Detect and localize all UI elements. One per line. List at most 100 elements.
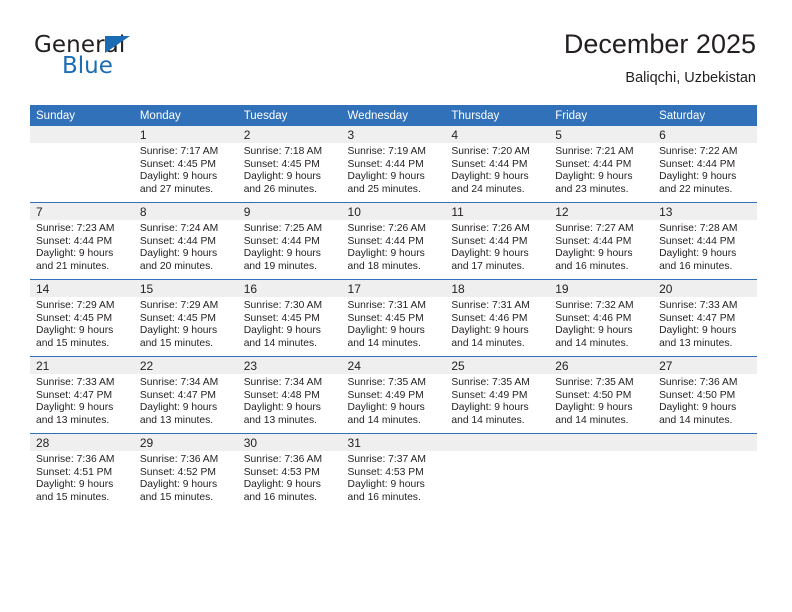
calendar-week-row: 21 Sunrise: 7:33 AM Sunset: 4:47 PM Dayligh…: [30, 356, 757, 434]
day-cell-inner: 1 Sunrise: 7:17 AM Sunset: 4:45 PM Daylight…: [133, 126, 238, 202]
day-number: [653, 434, 757, 451]
day-daylight-line1-text: Daylight: 9 hours: [36, 325, 114, 337]
calendar-day-cell[interactable]: 16 Sunrise: 7:30 AM Sunset: 4:45 PM Dayligh…: [237, 279, 342, 357]
day-sunset-text: Sunset: 4:45 PM: [139, 312, 216, 324]
day-number: 4: [445, 126, 550, 143]
calendar-page: General Blue December 2025 Baliqchi, Uzb…: [0, 0, 792, 612]
day-cell-details: Sunrise: 7:28 AM Sunset: 4:44 PM Daylight:…: [653, 220, 757, 273]
calendar-day-cell[interactable]: 13 Sunrise: 7:28 AM Sunset: 4:44 PM Dayligh…: [653, 202, 757, 280]
day-daylight-line2-text: and 13 minutes.: [659, 337, 733, 349]
day-daylight-line1-text: Daylight: 9 hours: [347, 479, 425, 491]
calendar-day-cell[interactable]: 1 Sunrise: 7:17 AM Sunset: 4:45 PM Daylight…: [133, 126, 238, 203]
day-sunrise-text: Sunrise: 7:19 AM: [347, 146, 426, 157]
day-number: 2: [237, 126, 342, 143]
calendar-day-cell[interactable]: 20 Sunrise: 7:33 AM Sunset: 4:47 PM Dayligh…: [653, 279, 757, 357]
calendar-day-cell[interactable]: 9 Sunrise: 7:25 AM Sunset: 4:44 PM Daylight…: [237, 202, 342, 280]
day-daylight-line2-text: and 15 minutes.: [36, 337, 110, 349]
day-daylight-line1-text: Daylight: 9 hours: [347, 325, 425, 337]
day-number: 14: [30, 280, 134, 297]
day-daylight-line1-text: Daylight: 9 hours: [659, 325, 737, 337]
calendar-day-cell[interactable]: 21 Sunrise: 7:33 AM Sunset: 4:47 PM Dayligh…: [30, 356, 134, 434]
day-cell-details: Sunrise: 7:36 AM Sunset: 4:51 PM Daylight:…: [30, 451, 134, 504]
calendar-day-cell[interactable]: 8 Sunrise: 7:24 AM Sunset: 4:44 PM Daylight…: [133, 202, 238, 280]
day-cell-inner: 29 Sunrise: 7:36 AM Sunset: 4:52 PM Dayligh…: [133, 434, 238, 510]
day-daylight-line1-text: Daylight: 9 hours: [659, 402, 737, 414]
brand-logo[interactable]: General Blue: [34, 33, 274, 83]
day-sunset-text: Sunset: 4:47 PM: [36, 389, 113, 401]
calendar-day-cell[interactable]: 18 Sunrise: 7:31 AM Sunset: 4:46 PM Dayligh…: [445, 279, 550, 357]
calendar-day-cell[interactable]: 29 Sunrise: 7:36 AM Sunset: 4:52 PM Dayligh…: [133, 433, 238, 510]
calendar-header-row: Sunday Monday Tuesday Wednesday Thursday Frid…: [30, 105, 757, 126]
day-cell-inner: 10 Sunrise: 7:26 AM Sunset: 4:44 PM Dayligh…: [341, 203, 446, 279]
calendar-day-cell[interactable]: 26 Sunrise: 7:35 AM Sunset: 4:50 PM Dayligh…: [549, 356, 654, 434]
day-number: 11: [445, 203, 550, 220]
day-cell-inner: 19 Sunrise: 7:32 AM Sunset: 4:46 PM Dayligh…: [549, 280, 654, 356]
calendar-day-cell[interactable]: 12 Sunrise: 7:27 AM Sunset: 4:44 PM Dayligh…: [549, 202, 654, 280]
day-cell-inner: [653, 434, 757, 510]
day-sunrise-text: Sunrise: 7:36 AM: [36, 454, 115, 465]
day-daylight-line2-text: and 22 minutes.: [659, 183, 733, 195]
day-sunset-text: Sunset: 4:45 PM: [36, 312, 113, 324]
day-sunset-text: Sunset: 4:45 PM: [243, 158, 320, 170]
day-cell-details: Sunrise: 7:26 AM Sunset: 4:44 PM Daylight:…: [445, 220, 549, 273]
day-daylight-line2-text: and 14 minutes.: [451, 414, 525, 426]
day-daylight-line1-text: Daylight: 9 hours: [555, 171, 633, 183]
day-cell-details: Sunrise: 7:35 AM Sunset: 4:49 PM Daylight:…: [445, 374, 549, 427]
day-daylight-line2-text: and 17 minutes.: [451, 260, 525, 272]
day-cell-inner: 5 Sunrise: 7:21 AM Sunset: 4:44 PM Daylight…: [549, 126, 654, 202]
weekday-header-monday: Monday: [133, 105, 238, 126]
day-daylight-line2-text: and 16 minutes.: [555, 260, 629, 272]
calendar-day-cell[interactable]: 30 Sunrise: 7:36 AM Sunset: 4:53 PM Dayligh…: [237, 433, 342, 510]
day-cell-details: Sunrise: 7:36 AM Sunset: 4:53 PM Daylight:…: [238, 451, 342, 504]
day-sunset-text: Sunset: 4:44 PM: [451, 235, 528, 247]
calendar-day-cell[interactable]: 23 Sunrise: 7:34 AM Sunset: 4:48 PM Dayligh…: [237, 356, 342, 434]
day-sunset-text: Sunset: 4:44 PM: [659, 235, 736, 247]
calendar-day-cell[interactable]: 11 Sunrise: 7:26 AM Sunset: 4:44 PM Dayligh…: [445, 202, 550, 280]
calendar-day-cell[interactable]: 5 Sunrise: 7:21 AM Sunset: 4:44 PM Daylight…: [549, 126, 654, 203]
day-daylight-line1-text: Daylight: 9 hours: [243, 402, 321, 414]
calendar-day-cell[interactable]: 4 Sunrise: 7:20 AM Sunset: 4:44 PM Daylight…: [445, 126, 550, 203]
triangle-icon: [105, 36, 130, 53]
calendar-day-cell[interactable]: 7 Sunrise: 7:23 AM Sunset: 4:44 PM Daylight…: [30, 202, 134, 280]
calendar-day-cell[interactable]: 2 Sunrise: 7:18 AM Sunset: 4:45 PM Daylight…: [237, 126, 342, 203]
day-sunset-text: Sunset: 4:53 PM: [243, 466, 320, 478]
day-cell-details: Sunrise: 7:32 AM Sunset: 4:46 PM Daylight:…: [549, 297, 653, 350]
calendar-day-cell[interactable]: 25 Sunrise: 7:35 AM Sunset: 4:49 PM Dayligh…: [445, 356, 550, 434]
calendar-day-cell[interactable]: 15 Sunrise: 7:29 AM Sunset: 4:45 PM Dayligh…: [133, 279, 238, 357]
day-number: 17: [341, 280, 446, 297]
brand-name-bottom: Blue: [62, 53, 113, 79]
day-cell-details: [549, 451, 653, 454]
calendar-day-cell[interactable]: 10 Sunrise: 7:26 AM Sunset: 4:44 PM Dayligh…: [341, 202, 446, 280]
calendar-day-cell[interactable]: 28 Sunrise: 7:36 AM Sunset: 4:51 PM Dayligh…: [30, 433, 134, 510]
calendar-day-cell[interactable]: 19 Sunrise: 7:32 AM Sunset: 4:46 PM Dayligh…: [549, 279, 654, 357]
day-daylight-line1-text: Daylight: 9 hours: [659, 171, 737, 183]
calendar-day-cell[interactable]: 17 Sunrise: 7:31 AM Sunset: 4:45 PM Dayligh…: [341, 279, 446, 357]
day-sunset-text: Sunset: 4:44 PM: [555, 158, 632, 170]
calendar-day-cell[interactable]: 22 Sunrise: 7:34 AM Sunset: 4:47 PM Dayligh…: [133, 356, 238, 434]
day-cell-inner: 24 Sunrise: 7:35 AM Sunset: 4:49 PM Dayligh…: [341, 357, 446, 433]
calendar-day-cell[interactable]: 3 Sunrise: 7:19 AM Sunset: 4:44 PM Daylight…: [341, 126, 446, 203]
day-number: 28: [30, 434, 134, 451]
day-sunrise-text: Sunrise: 7:22 AM: [659, 146, 738, 157]
day-daylight-line1-text: Daylight: 9 hours: [139, 479, 218, 491]
day-cell-details: Sunrise: 7:17 AM Sunset: 4:45 PM Daylight:…: [134, 143, 238, 196]
day-sunset-text: Sunset: 4:44 PM: [347, 235, 424, 247]
day-cell-details: Sunrise: 7:25 AM Sunset: 4:44 PM Daylight:…: [238, 220, 342, 273]
day-sunrise-text: Sunrise: 7:37 AM: [347, 454, 426, 465]
calendar-day-cell[interactable]: 24 Sunrise: 7:35 AM Sunset: 4:49 PM Dayligh…: [341, 356, 446, 434]
calendar-day-cell[interactable]: 6 Sunrise: 7:22 AM Sunset: 4:44 PM Daylight…: [653, 126, 757, 203]
day-cell-details: Sunrise: 7:35 AM Sunset: 4:49 PM Daylight:…: [342, 374, 446, 427]
weekday-header-tuesday: Tuesday: [237, 105, 342, 126]
day-cell-details: Sunrise: 7:21 AM Sunset: 4:44 PM Daylight:…: [549, 143, 653, 196]
day-sunset-text: Sunset: 4:44 PM: [347, 158, 424, 170]
day-sunrise-text: Sunrise: 7:28 AM: [659, 223, 738, 234]
day-daylight-line2-text: and 14 minutes.: [243, 337, 317, 349]
day-daylight-line2-text: and 18 minutes.: [347, 260, 421, 272]
calendar-day-cell[interactable]: 31 Sunrise: 7:37 AM Sunset: 4:53 PM Dayligh…: [341, 433, 446, 510]
calendar-day-cell[interactable]: 27 Sunrise: 7:36 AM Sunset: 4:50 PM Dayligh…: [653, 356, 757, 434]
day-daylight-line2-text: and 13 minutes.: [139, 414, 214, 426]
day-cell-inner: 14 Sunrise: 7:29 AM Sunset: 4:45 PM Dayligh…: [30, 280, 134, 356]
day-cell-inner: 25 Sunrise: 7:35 AM Sunset: 4:49 PM Dayligh…: [445, 357, 550, 433]
calendar-day-cell[interactable]: 14 Sunrise: 7:29 AM Sunset: 4:45 PM Dayligh…: [30, 279, 134, 357]
day-cell-inner: 9 Sunrise: 7:25 AM Sunset: 4:44 PM Daylight…: [237, 203, 342, 279]
